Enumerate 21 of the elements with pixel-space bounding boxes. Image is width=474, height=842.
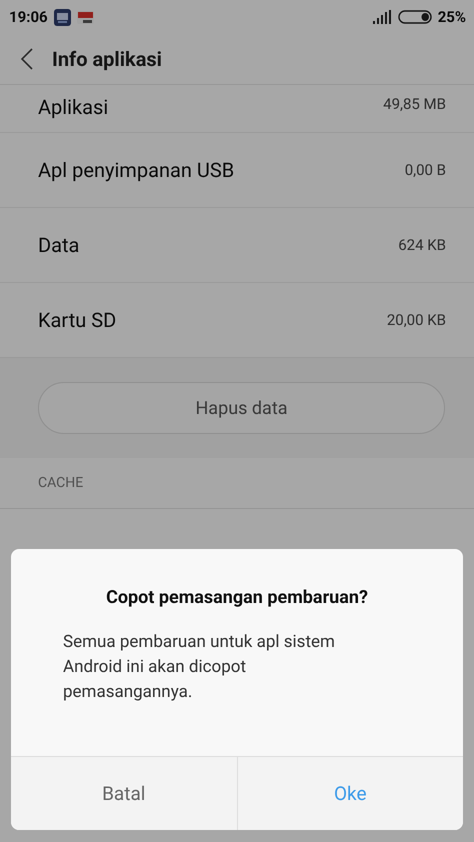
clear-data-button[interactable]: Hapus data [38, 382, 445, 434]
confirm-button[interactable]: Oke [236, 757, 463, 830]
storage-label: Aplikasi [38, 95, 108, 119]
dialog-message: Semua pembaruan untuk apl sistem Android ini akan dicopot pemasangannya. [63, 631, 336, 704]
battery-icon [398, 10, 432, 24]
storage-label: Kartu SD [38, 308, 116, 332]
screen-title: Info aplikasi [52, 47, 162, 71]
storage-label: Data [38, 233, 80, 257]
back-icon[interactable] [20, 48, 34, 70]
section-header: CACHE [38, 475, 84, 491]
storage-value: 0,00 B [404, 161, 446, 179]
signal-icon [372, 10, 392, 24]
storage-label: Apl penyimpanan USB [38, 158, 234, 182]
clock: 19:06 [9, 8, 48, 26]
dialog-title: Copot pemasangan pembaruan? [105, 587, 369, 608]
cancel-button[interactable]: Batal [11, 757, 236, 830]
storage-value: 20,00 KB [386, 311, 446, 329]
battery-percentage: 25% [438, 8, 466, 26]
app-notification-icon [54, 8, 71, 26]
storage-value: 49,85 MB [383, 95, 446, 113]
storage-value: 624 KB [398, 236, 446, 254]
